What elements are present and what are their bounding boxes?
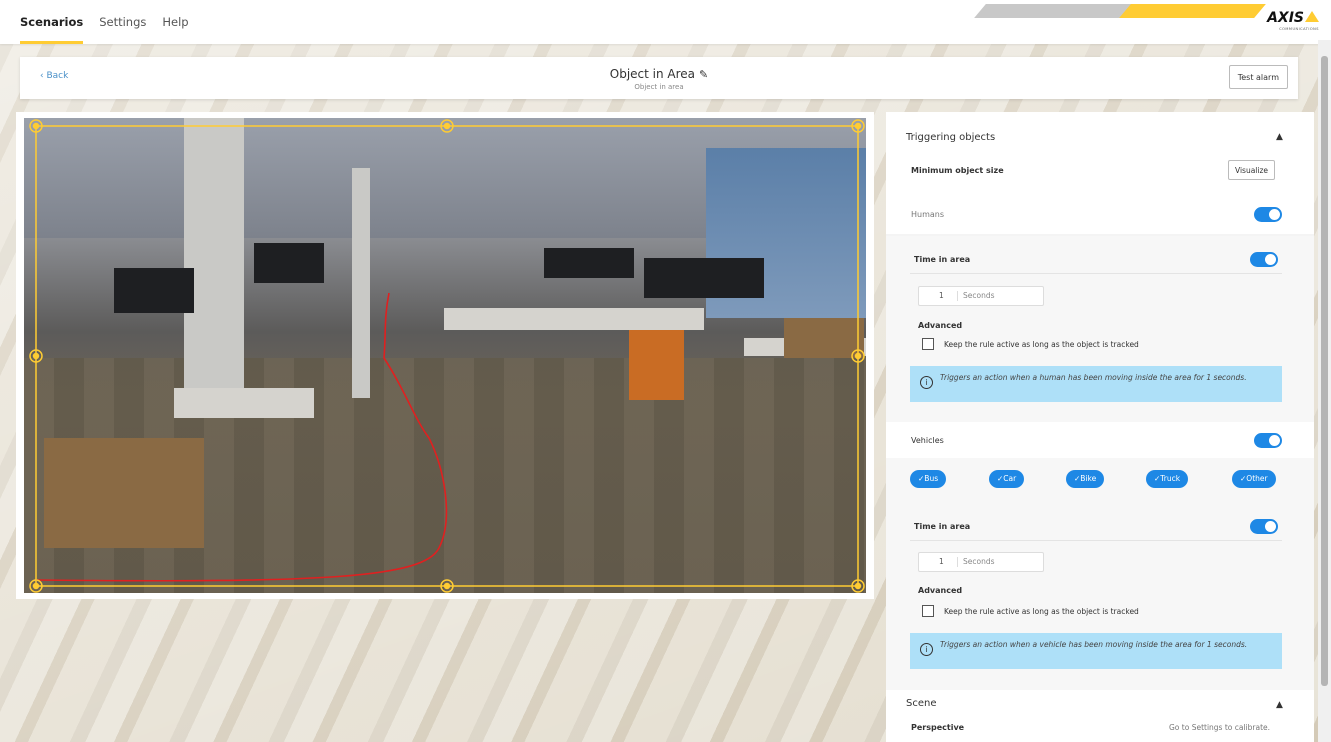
logo-text: AXIS bbox=[1267, 10, 1304, 26]
input-separator bbox=[957, 557, 958, 567]
scroll-thumb[interactable] bbox=[1321, 56, 1328, 686]
nav-tabs: Scenarios Settings Help bbox=[20, 0, 189, 44]
human-time-value: 1 bbox=[939, 291, 944, 300]
scene-card: Scene ▲ Perspective Go to Settings to ca… bbox=[886, 690, 1314, 742]
collapse-chevron-up-icon[interactable]: ▲ bbox=[1276, 132, 1283, 142]
triggering-objects-title: Triggering objects bbox=[906, 132, 996, 143]
human-info-box: i Triggers an action when a human has be… bbox=[910, 366, 1282, 402]
object-track-path bbox=[35, 292, 448, 582]
axis-logo: AXIS bbox=[1267, 10, 1319, 26]
vehicle-chip-other[interactable]: Other bbox=[1232, 470, 1276, 488]
brand-stripe-gray bbox=[974, 4, 1136, 18]
page-subtitle: Object in area bbox=[634, 83, 684, 91]
perspective-label: Perspective bbox=[911, 723, 965, 732]
triggering-objects-card: Triggering objects ▲ Minimum object size… bbox=[886, 112, 1314, 234]
vehicles-row: Vehicles bbox=[886, 422, 1314, 458]
humans-toggle[interactable] bbox=[1254, 207, 1282, 222]
test-alarm-button[interactable]: Test alarm bbox=[1228, 65, 1288, 89]
detection-area-overlay[interactable] bbox=[24, 118, 866, 593]
vehicle-chip-bike[interactable]: Bike bbox=[1066, 470, 1105, 488]
title-block: Object in Area ✎ Object in area bbox=[20, 63, 1298, 91]
vehicle-info-text: Triggers an action when a vehicle has be… bbox=[940, 640, 1248, 649]
brand-stripe-yellow bbox=[1119, 4, 1266, 18]
input-separator bbox=[957, 291, 958, 301]
human-keep-active-label: Keep the rule active as long as the obje… bbox=[944, 340, 1139, 349]
humans-label: Humans bbox=[911, 210, 945, 219]
logo-subtext: COMMUNICATIONS bbox=[1279, 27, 1319, 31]
info-icon: i bbox=[920, 643, 933, 656]
divider bbox=[910, 273, 1282, 274]
vehicle-info-box: i Triggers an action when a vehicle has … bbox=[910, 633, 1282, 669]
visualize-button[interactable]: Visualize bbox=[1228, 160, 1276, 180]
vehicle-chip-bus[interactable]: Bus bbox=[910, 470, 947, 488]
vehicle-time-in-area-toggle[interactable] bbox=[1250, 519, 1278, 534]
edit-pencil-icon[interactable]: ✎ bbox=[699, 68, 708, 81]
info-icon: i bbox=[920, 376, 933, 389]
vehicle-advanced-label: Advanced bbox=[918, 586, 963, 595]
scenario-header: ‹ Back Object in Area ✎ Object in area Te… bbox=[20, 57, 1298, 99]
human-time-unit: Seconds bbox=[963, 291, 995, 300]
vehicle-time-in-area-label: Time in area bbox=[914, 522, 971, 531]
logo-triangle-icon bbox=[1305, 11, 1319, 22]
area-handles bbox=[29, 119, 865, 593]
min-object-size-label: Minimum object size bbox=[911, 166, 1004, 175]
human-keep-active-checkbox[interactable] bbox=[922, 338, 934, 350]
vehicle-time-unit: Seconds bbox=[963, 557, 995, 566]
top-navigation: Scenarios Settings Help AXIS COMMUNICATI… bbox=[0, 0, 1331, 44]
collapse-chevron-up-icon[interactable]: ▲ bbox=[1276, 700, 1283, 710]
vehicle-keep-active-label: Keep the rule active as long as the obje… bbox=[944, 607, 1139, 616]
tab-settings[interactable]: Settings bbox=[99, 0, 146, 44]
vehicle-chip-car[interactable]: Car bbox=[989, 470, 1025, 488]
human-time-input[interactable]: 1 Seconds bbox=[918, 286, 1044, 306]
tab-scenarios[interactable]: Scenarios bbox=[20, 0, 84, 44]
human-time-in-area-label: Time in area bbox=[914, 255, 971, 264]
human-time-in-area-toggle[interactable] bbox=[1250, 252, 1278, 267]
vehicle-chip-truck[interactable]: Truck bbox=[1146, 470, 1189, 488]
human-info-text: Triggers an action when a human has been… bbox=[940, 373, 1247, 382]
video-frame bbox=[16, 112, 874, 599]
humans-settings: Time in area 1 Seconds Advanced Keep the… bbox=[886, 236, 1314, 422]
vehicle-time-value: 1 bbox=[939, 557, 944, 566]
scene-title: Scene bbox=[906, 698, 937, 709]
camera-view[interactable] bbox=[24, 118, 866, 593]
vehicle-keep-active-checkbox[interactable] bbox=[922, 605, 934, 617]
vehicles-label: Vehicles bbox=[911, 436, 944, 445]
page-scrollbar[interactable] bbox=[1318, 40, 1331, 742]
vehicles-toggle[interactable] bbox=[1254, 433, 1282, 448]
tab-help[interactable]: Help bbox=[162, 0, 188, 44]
vehicle-time-input[interactable]: 1 Seconds bbox=[918, 552, 1044, 572]
divider bbox=[910, 540, 1282, 541]
perspective-hint: Go to Settings to calibrate. bbox=[1169, 723, 1271, 732]
human-advanced-label: Advanced bbox=[918, 321, 963, 330]
page-title: Object in Area bbox=[609, 67, 696, 81]
vehicles-settings: Bus Car Bike Truck Other Time in area 1 … bbox=[886, 458, 1314, 690]
settings-panel: Triggering objects ▲ Minimum object size… bbox=[886, 112, 1314, 742]
